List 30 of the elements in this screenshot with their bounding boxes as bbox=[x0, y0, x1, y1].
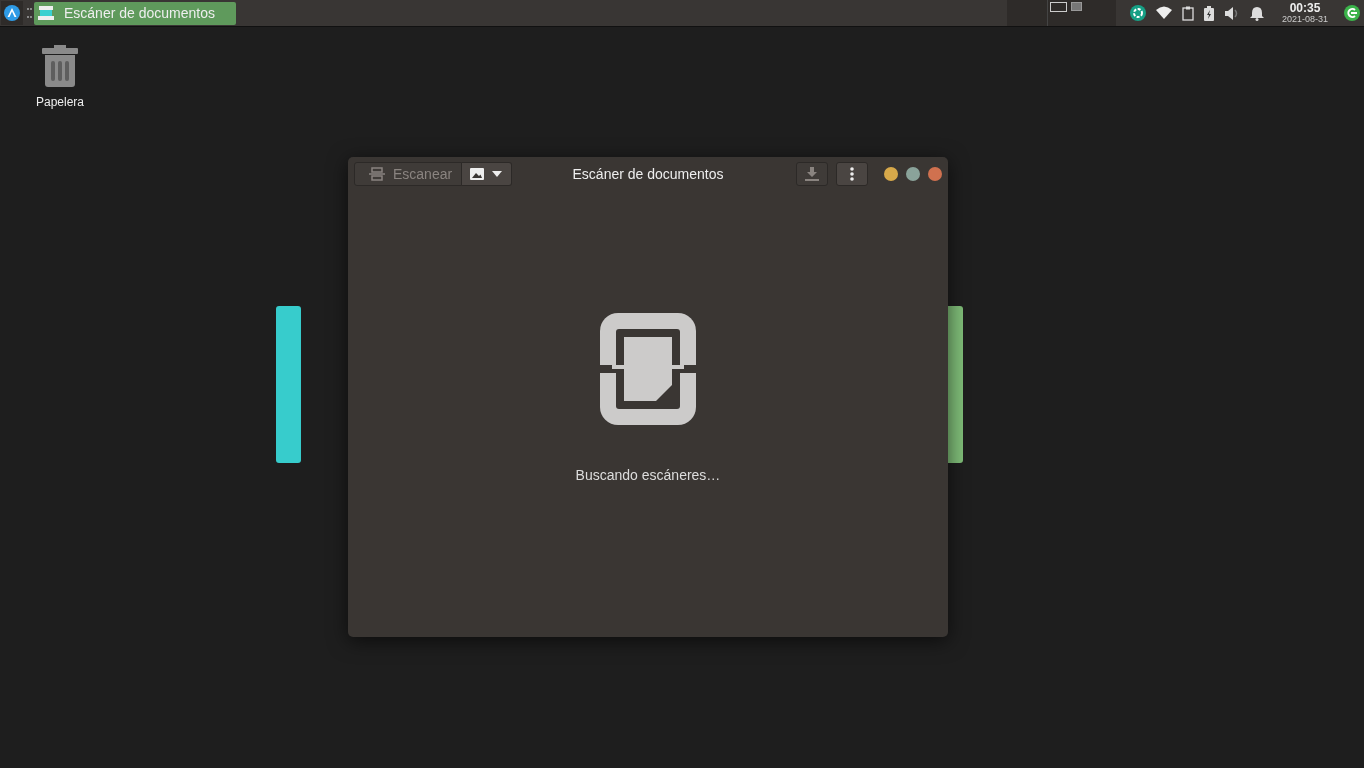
window-title: Escáner de documentos bbox=[572, 166, 724, 182]
caret-icon bbox=[492, 171, 502, 177]
aperture-icon[interactable] bbox=[1129, 5, 1146, 21]
image-icon bbox=[470, 168, 484, 180]
trash-icon[interactable] bbox=[42, 45, 78, 87]
clock-time: 00:35 bbox=[1289, 1, 1321, 14]
app-menu-button[interactable] bbox=[1, 1, 23, 25]
clipboard-icon[interactable] bbox=[1181, 5, 1194, 21]
notification-bell-icon[interactable] bbox=[1249, 5, 1264, 21]
status-text: Buscando escáneres… bbox=[575, 467, 721, 483]
taskbar-item[interactable]: Escáner de documentos bbox=[34, 1, 236, 25]
scan-type-dropdown[interactable] bbox=[462, 162, 512, 186]
scanner-app-icon bbox=[38, 6, 54, 20]
workspace-thumbnail[interactable] bbox=[1070, 2, 1082, 11]
workspace-thumbnail[interactable] bbox=[1049, 2, 1067, 12]
download-icon bbox=[805, 167, 819, 181]
drag-handle-icon bbox=[27, 8, 30, 18]
battery-icon[interactable] bbox=[1203, 5, 1214, 21]
wifi-icon[interactable] bbox=[1155, 6, 1172, 20]
maximize-button[interactable] bbox=[906, 167, 920, 181]
menu-button[interactable] bbox=[836, 162, 868, 186]
desktop-icon-label: Papelera bbox=[35, 95, 84, 109]
more-icon bbox=[850, 167, 854, 181]
minimize-button[interactable] bbox=[884, 167, 898, 181]
close-button[interactable] bbox=[928, 167, 942, 181]
volume-icon[interactable] bbox=[1223, 5, 1240, 21]
logout-icon[interactable] bbox=[1344, 5, 1360, 21]
clock[interactable]: 00:35 2021-08-31 bbox=[1281, 1, 1328, 25]
scanner-document-icon bbox=[600, 313, 696, 425]
scanner-icon bbox=[369, 167, 385, 181]
